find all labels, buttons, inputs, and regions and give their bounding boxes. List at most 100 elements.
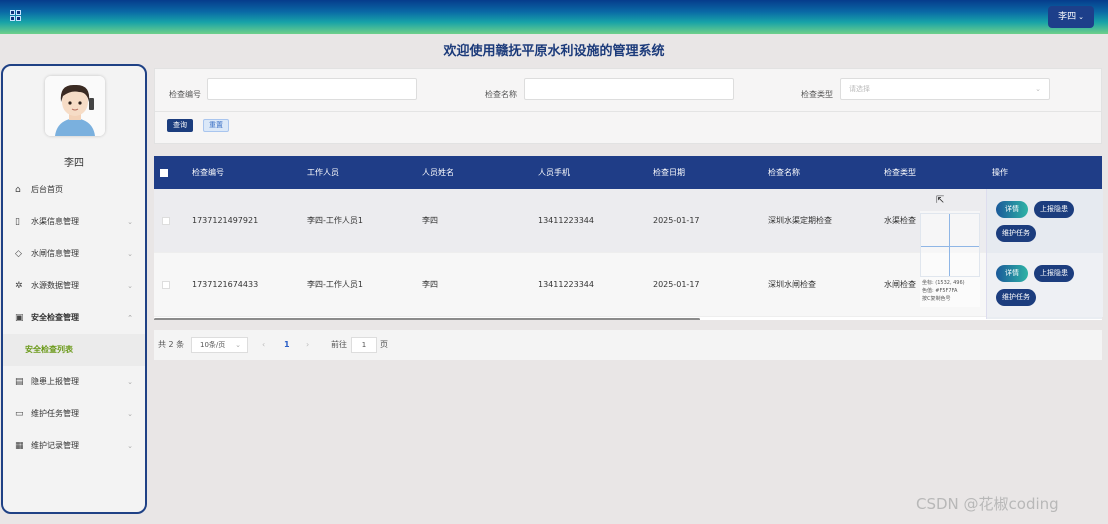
sidebar-item-tag[interactable]: ◇ 水闸信息管理 ⌄ bbox=[3, 238, 145, 270]
chevron-down-icon: ⌄ bbox=[1078, 13, 1084, 21]
inspection-type-select[interactable]: 请选择 ⌄ bbox=[840, 78, 1050, 100]
sidebar-item-clipboard[interactable]: ▤ 隐患上报管理 ⌄ bbox=[3, 366, 145, 398]
detail-button[interactable]: 详情 bbox=[996, 201, 1028, 218]
chevron-down-icon: ⌄ bbox=[1035, 85, 1041, 93]
sidebar-item-label: 维护任务管理 bbox=[31, 409, 79, 418]
chevron-down-icon: ⌄ bbox=[127, 442, 133, 450]
sidebar-item-bookmark[interactable]: ▯ 水渠信息管理 ⌄ bbox=[3, 206, 145, 238]
sidebar-item-label: 安全检查列表 bbox=[25, 345, 73, 354]
select-all-checkbox[interactable] bbox=[160, 169, 168, 177]
maintenance-task-button[interactable]: 维护任务 bbox=[996, 289, 1036, 306]
cell-phone: 13411223344 bbox=[538, 216, 594, 225]
goto-page-input[interactable]: 1 bbox=[351, 337, 377, 353]
chevron-down-icon: ⌄ bbox=[235, 341, 241, 349]
inspection-type-label: 检查类型 bbox=[801, 90, 833, 99]
cell-check-name: 深圳水渠定期检查 bbox=[768, 216, 832, 225]
cell-name: 李四 bbox=[422, 280, 438, 289]
reset-button[interactable]: 重置 bbox=[203, 119, 229, 132]
chevron-down-icon: ⌄ bbox=[127, 218, 133, 226]
col-header-check-name: 检查名称 bbox=[768, 168, 800, 177]
next-page-button[interactable]: › bbox=[306, 330, 309, 360]
horizontal-scrollbar[interactable] bbox=[154, 318, 700, 320]
page-size-select[interactable]: 10条/页 ⌄ bbox=[191, 337, 248, 353]
chevron-down-icon: ⌄ bbox=[127, 250, 133, 258]
report-hazard-button[interactable]: 上报隐患 bbox=[1034, 265, 1074, 282]
cell-check-type: 水闸检查 bbox=[884, 280, 916, 289]
col-header-actions: 操作 bbox=[992, 168, 1008, 177]
prev-page-button[interactable]: ‹ bbox=[262, 330, 265, 360]
maintenance-task-button[interactable]: 维护任务 bbox=[996, 225, 1036, 242]
col-header-name: 人员姓名 bbox=[422, 168, 454, 177]
user-menu-label: 李四 bbox=[1058, 12, 1077, 22]
color-picker-overlay: 坐标: (1532, 496) 色值: #F5F7FA 按C复制色号 bbox=[920, 211, 980, 307]
actions-row: 详情 上报隐患 维护任务 bbox=[987, 189, 1103, 253]
sidebar: 李四 ⌂ 后台首页 ▯ 水渠信息管理 ⌄ ◇ 水闸信息管理 ⌄ ✲ 水源数据管理 ⌄ ▣ 安全检查管理 ⌃… bbox=[1, 64, 147, 514]
page-number-1[interactable]: 1 bbox=[284, 330, 290, 360]
sidebar-item-label: 维护记录管理 bbox=[31, 441, 79, 450]
row-checkbox[interactable] bbox=[162, 217, 170, 225]
inspection-name-input[interactable] bbox=[524, 78, 734, 100]
actions-column: 详情 上报隐患 维护任务 详情 上报隐患 维护任务 bbox=[986, 189, 1103, 319]
grid-icon[interactable] bbox=[10, 10, 21, 21]
page-title: 欢迎使用赣抚平原水利设施的管理系统 bbox=[443, 44, 665, 59]
sidebar-item-label: 水渠信息管理 bbox=[31, 217, 79, 226]
chevron-down-icon: ⌄ bbox=[127, 378, 133, 386]
cell-worker: 李四-工作人员1 bbox=[307, 280, 363, 289]
chevron-down-icon: ⌄ bbox=[127, 410, 133, 418]
user-menu-button[interactable]: 李四 ⌄ bbox=[1048, 6, 1094, 28]
table-header: 检查编号 工作人员 人员姓名 人员手机 检查日期 检查名称 检查类型 操作 bbox=[154, 156, 1102, 189]
sidebar-item-label: 隐患上报管理 bbox=[31, 377, 79, 386]
cell-name: 李四 bbox=[422, 216, 438, 225]
crosshair-vertical bbox=[949, 214, 950, 276]
report-hazard-button[interactable]: 上报隐患 bbox=[1034, 201, 1074, 218]
divider bbox=[155, 111, 1101, 112]
detail-button[interactable]: 详情 bbox=[996, 265, 1028, 282]
row-checkbox[interactable] bbox=[162, 281, 170, 289]
color-picker-coord: 坐标: (1532, 496) bbox=[922, 280, 965, 286]
home-icon: ⌂ bbox=[15, 185, 21, 195]
actions-row: 详情 上报隐患 维护任务 bbox=[987, 253, 1103, 317]
cell-check-name: 深圳水闸检查 bbox=[768, 280, 816, 289]
cell-code: 1737121497921 bbox=[192, 216, 259, 225]
gear-icon: ✲ bbox=[15, 281, 23, 291]
total-count: 共 2 条 bbox=[158, 340, 185, 349]
sidebar-item-message[interactable]: ▭ 维护任务管理 ⌄ bbox=[3, 398, 145, 430]
query-button[interactable]: 查询 bbox=[167, 119, 193, 132]
page-suffix: 页 bbox=[380, 340, 388, 349]
col-header-check-type: 检查类型 bbox=[884, 168, 916, 177]
tag-icon: ◇ bbox=[15, 249, 22, 259]
inspection-name-label: 检查名称 bbox=[485, 90, 517, 99]
watermark: CSDN @花椒coding bbox=[916, 495, 1059, 513]
color-picker-value: 色值: #F5F7FA bbox=[922, 288, 958, 294]
crosshair-horizontal bbox=[921, 246, 979, 247]
inspection-code-input[interactable] bbox=[207, 78, 417, 100]
sidebar-item-home[interactable]: ⌂ 后台首页 bbox=[3, 174, 145, 206]
color-picker-crosshair bbox=[920, 213, 980, 277]
sidebar-username: 李四 bbox=[64, 158, 84, 169]
sidebar-item-calendar[interactable]: ▦ 维护记录管理 ⌄ bbox=[3, 430, 145, 462]
sidebar-item-label: 水源数据管理 bbox=[31, 281, 79, 290]
bookmark-icon: ▯ bbox=[15, 217, 20, 227]
calendar-icon: ▦ bbox=[15, 441, 24, 451]
sidebar-item-inbox[interactable]: ▣ 安全检查管理 ⌃ bbox=[3, 302, 145, 334]
cell-date: 2025-01-17 bbox=[653, 280, 700, 289]
col-header-date: 检查日期 bbox=[653, 168, 685, 177]
inspection-code-label: 检查编号 bbox=[169, 90, 201, 99]
chevron-up-icon: ⌃ bbox=[127, 314, 133, 322]
cell-date: 2025-01-17 bbox=[653, 216, 700, 225]
pagination: 共 2 条 10条/页 ⌄ ‹ 1 › 前往 1 页 bbox=[154, 330, 1102, 360]
color-picker-hint: 按C复制色号 bbox=[922, 296, 951, 302]
clipboard-icon: ▤ bbox=[15, 377, 24, 387]
inspection-type-placeholder: 请选择 bbox=[849, 85, 870, 93]
sidebar-menu: ⌂ 后台首页 ▯ 水渠信息管理 ⌄ ◇ 水闸信息管理 ⌄ ✲ 水源数据管理 ⌄ ▣ 安全检查管理 ⌃ 安全检… bbox=[3, 174, 145, 462]
sidebar-item-gear[interactable]: ✲ 水源数据管理 ⌄ bbox=[3, 270, 145, 302]
top-bar: 李四 ⌄ bbox=[0, 0, 1108, 34]
sidebar-item-label: 后台首页 bbox=[31, 185, 63, 194]
page-size-value: 10条/页 bbox=[200, 341, 226, 349]
cell-phone: 13411223344 bbox=[538, 280, 594, 289]
goto-label: 前往 bbox=[331, 340, 347, 349]
cell-worker: 李四-工作人员1 bbox=[307, 216, 363, 225]
sidebar-item-safety-check-list[interactable]: 安全检查列表 bbox=[3, 334, 145, 366]
inbox-icon: ▣ bbox=[15, 313, 24, 323]
cell-check-type: 水渠检查 bbox=[884, 216, 916, 225]
